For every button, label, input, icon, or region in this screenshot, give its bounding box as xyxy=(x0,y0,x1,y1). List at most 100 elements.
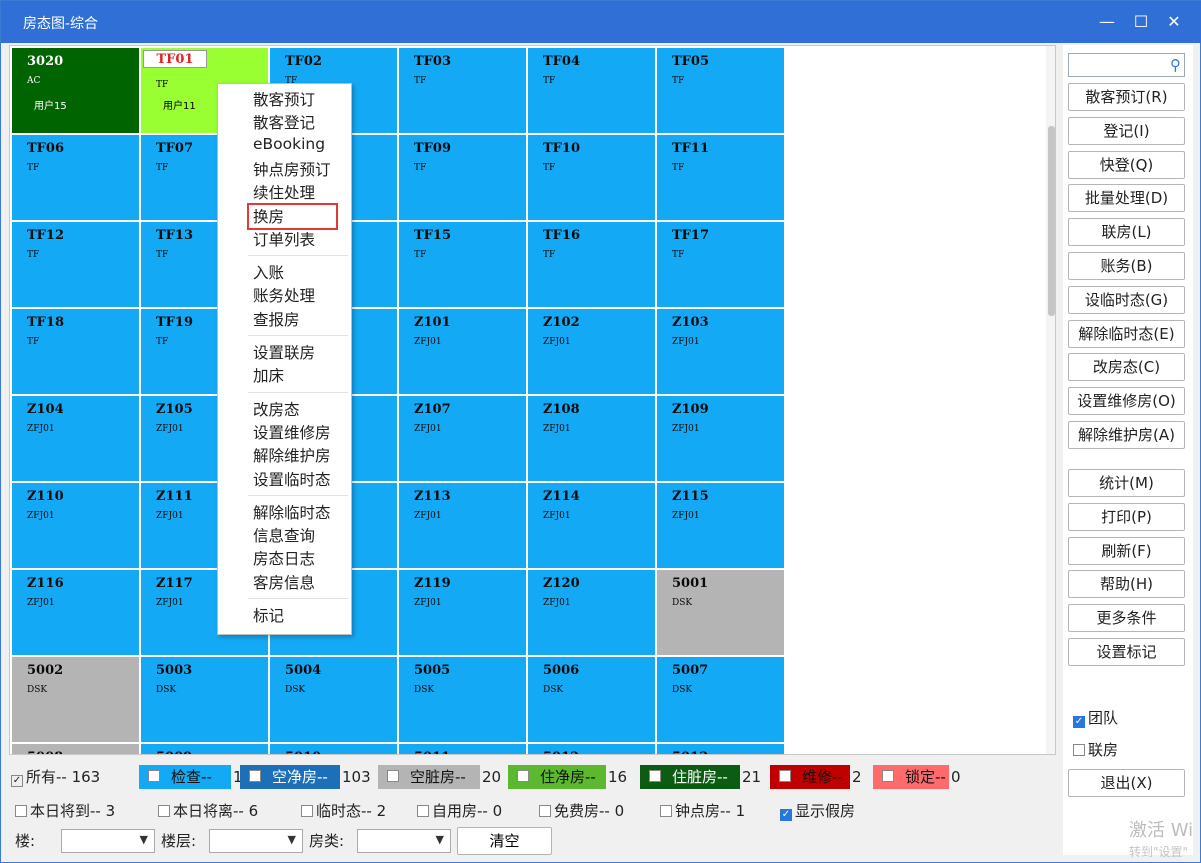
sidebar-button[interactable]: 登记(I) xyxy=(1068,116,1185,145)
legend-swatch[interactable]: 维修-- xyxy=(770,765,850,789)
room-tile[interactable]: 5004 DSK xyxy=(270,657,397,742)
room-tile[interactable]: Z102 ZFJ01 xyxy=(528,309,655,394)
filter-checkbox[interactable]: 钟点房-- 1 xyxy=(660,798,745,824)
menu-item[interactable]: 标记 xyxy=(253,604,284,626)
room-tile[interactable]: TF15 TF xyxy=(399,222,526,307)
room-tile[interactable]: 5005 DSK xyxy=(399,657,526,742)
menu-item[interactable]: 设置临时态 xyxy=(253,468,331,490)
room-tile[interactable]: Z116 ZFJ01 xyxy=(12,570,139,655)
room-tile[interactable]: 5008 xyxy=(12,744,139,754)
room-tile[interactable]: Z107 ZFJ01 xyxy=(399,396,526,481)
sidebar-button[interactable]: 快登(Q) xyxy=(1068,150,1185,179)
menu-item[interactable]: 解除临时态 xyxy=(253,501,331,523)
room-tile[interactable]: TF11 TF xyxy=(657,135,784,220)
menu-item[interactable]: 解除维护房 xyxy=(253,444,331,466)
legend-swatch[interactable]: 住净房-- xyxy=(508,765,606,789)
legend-swatch[interactable]: 空脏房-- xyxy=(378,765,480,789)
filter-checkbox[interactable]: 临时态-- 2 xyxy=(301,798,386,824)
room-tile[interactable]: TF06 TF xyxy=(12,135,139,220)
team-checkbox[interactable]: ✓ 团队 xyxy=(1073,707,1118,728)
room-tile[interactable]: 5009 xyxy=(141,744,268,754)
minimize-button[interactable]: — xyxy=(1092,10,1122,34)
room-tile[interactable]: 5006 DSK xyxy=(528,657,655,742)
room-tile[interactable]: TF09 TF xyxy=(399,135,526,220)
sidebar-button[interactable]: 联房(L) xyxy=(1068,218,1185,247)
menu-item[interactable]: 改房态 xyxy=(253,398,300,420)
room-tile[interactable]: 5002 DSK xyxy=(12,657,139,742)
sidebar-button[interactable]: 解除维护房(A) xyxy=(1068,421,1185,449)
menu-item[interactable]: 散客登记 xyxy=(253,111,315,133)
room-tile[interactable]: 5011 xyxy=(399,744,526,754)
room-tile[interactable]: 5007 DSK xyxy=(657,657,784,742)
menu-item[interactable]: 客房信息 xyxy=(253,571,315,593)
sidebar-button[interactable]: 设置维修房(O) xyxy=(1068,387,1185,416)
room-tile[interactable]: TF17 TF xyxy=(657,222,784,307)
room-tile[interactable]: Z114 ZFJ01 xyxy=(528,483,655,568)
room-tile[interactable]: TF04 TF xyxy=(528,48,655,133)
sidebar-button[interactable]: 改房态(C) xyxy=(1068,353,1185,382)
sidebar-button[interactable]: 解除临时态(E) xyxy=(1068,319,1185,348)
room-tile[interactable]: TF18 TF xyxy=(12,309,139,394)
room-tile[interactable]: Z103 ZFJ01 xyxy=(657,309,784,394)
vertical-scrollbar[interactable] xyxy=(1046,46,1055,754)
room-tile[interactable]: Z113 ZFJ01 xyxy=(399,483,526,568)
legend-swatch[interactable]: 住脏房-- xyxy=(640,765,740,789)
sidebar-button[interactable]: 设临时态(G) xyxy=(1068,285,1185,314)
menu-item[interactable]: 设置联房 xyxy=(253,341,315,363)
room-tile[interactable]: Z120 ZFJ01 xyxy=(528,570,655,655)
room-tile[interactable]: Z115 ZFJ01 xyxy=(657,483,784,568)
menu-item[interactable]: 钟点房预订 xyxy=(253,158,331,180)
menu-item[interactable]: 换房 xyxy=(253,205,284,227)
menu-item[interactable]: 加床 xyxy=(253,364,284,386)
room-tile[interactable]: TF12 TF xyxy=(12,222,139,307)
menu-item[interactable]: 续住处理 xyxy=(253,181,315,203)
room-tile[interactable]: 5013 xyxy=(657,744,784,754)
room-tile[interactable]: 3020 AC 用户15 xyxy=(12,48,139,133)
room-tile[interactable]: Z108 ZFJ01 xyxy=(528,396,655,481)
menu-item[interactable]: 设置维修房 xyxy=(253,421,331,443)
room-tile[interactable]: Z104 ZFJ01 xyxy=(12,396,139,481)
sidebar-button[interactable]: 散客预订(R) xyxy=(1068,83,1185,111)
filter-checkbox[interactable]: 自用房-- 0 xyxy=(417,798,502,824)
roomtype-select[interactable]: ▼ xyxy=(357,829,451,853)
room-tile[interactable]: 5010 xyxy=(270,744,397,754)
exit-button[interactable]: 退出(X) xyxy=(1068,769,1185,797)
legend-swatch[interactable]: 锁定-- xyxy=(873,765,949,789)
menu-item[interactable]: 散客预订 xyxy=(253,88,315,110)
menu-item[interactable]: 房态日志 xyxy=(253,547,315,569)
show-fake-checkbox[interactable]: ✓ 显示假房 xyxy=(780,798,855,824)
sidebar-button[interactable]: 批量处理(D) xyxy=(1068,184,1185,213)
menu-item[interactable]: 查报房 xyxy=(253,308,300,330)
building-select[interactable]: ▼ xyxy=(61,829,155,853)
linked-room-checkbox[interactable]: 联房 xyxy=(1073,739,1118,760)
room-tile[interactable]: 5001 DSK xyxy=(657,570,784,655)
sidebar-button[interactable]: 刷新(F) xyxy=(1068,536,1185,565)
room-tile[interactable]: TF16 TF xyxy=(528,222,655,307)
menu-item[interactable]: 账务处理 xyxy=(253,284,315,306)
all-checkbox[interactable]: ✓ 所有-- 163 xyxy=(11,763,100,791)
room-tile[interactable]: 5003 DSK xyxy=(141,657,268,742)
room-tile[interactable]: Z109 ZFJ01 xyxy=(657,396,784,481)
room-tile[interactable]: TF05 TF xyxy=(657,48,784,133)
room-tile[interactable]: Z119 ZFJ01 xyxy=(399,570,526,655)
room-tile[interactable]: TF10 TF xyxy=(528,135,655,220)
legend-swatch[interactable]: 空净房-- xyxy=(240,765,340,789)
sidebar-button[interactable]: 账务(B) xyxy=(1068,252,1185,280)
filter-checkbox[interactable]: 本日将到-- 3 xyxy=(15,798,115,824)
scroll-thumb[interactable] xyxy=(1048,126,1055,316)
legend-swatch[interactable]: 检查-- xyxy=(139,765,231,789)
menu-item[interactable]: 入账 xyxy=(253,261,284,283)
filter-checkbox[interactable]: 本日将离-- 6 xyxy=(158,798,258,824)
sidebar-button[interactable]: 设置标记 xyxy=(1068,638,1185,666)
search-input[interactable]: ⚲ xyxy=(1068,53,1185,77)
clear-button[interactable]: 清空 xyxy=(457,827,552,855)
sidebar-button[interactable]: 帮助(H) xyxy=(1068,570,1185,599)
floor-select[interactable]: ▼ xyxy=(209,829,303,853)
room-tile[interactable]: TF03 TF xyxy=(399,48,526,133)
search-icon[interactable]: ⚲ xyxy=(1170,56,1181,74)
menu-item[interactable]: 信息查询 xyxy=(253,524,315,546)
maximize-button[interactable]: ☐ xyxy=(1126,10,1156,34)
room-tile[interactable]: Z110 ZFJ01 xyxy=(12,483,139,568)
close-button[interactable]: ✕ xyxy=(1159,10,1189,34)
menu-item[interactable]: eBooking xyxy=(253,135,325,153)
